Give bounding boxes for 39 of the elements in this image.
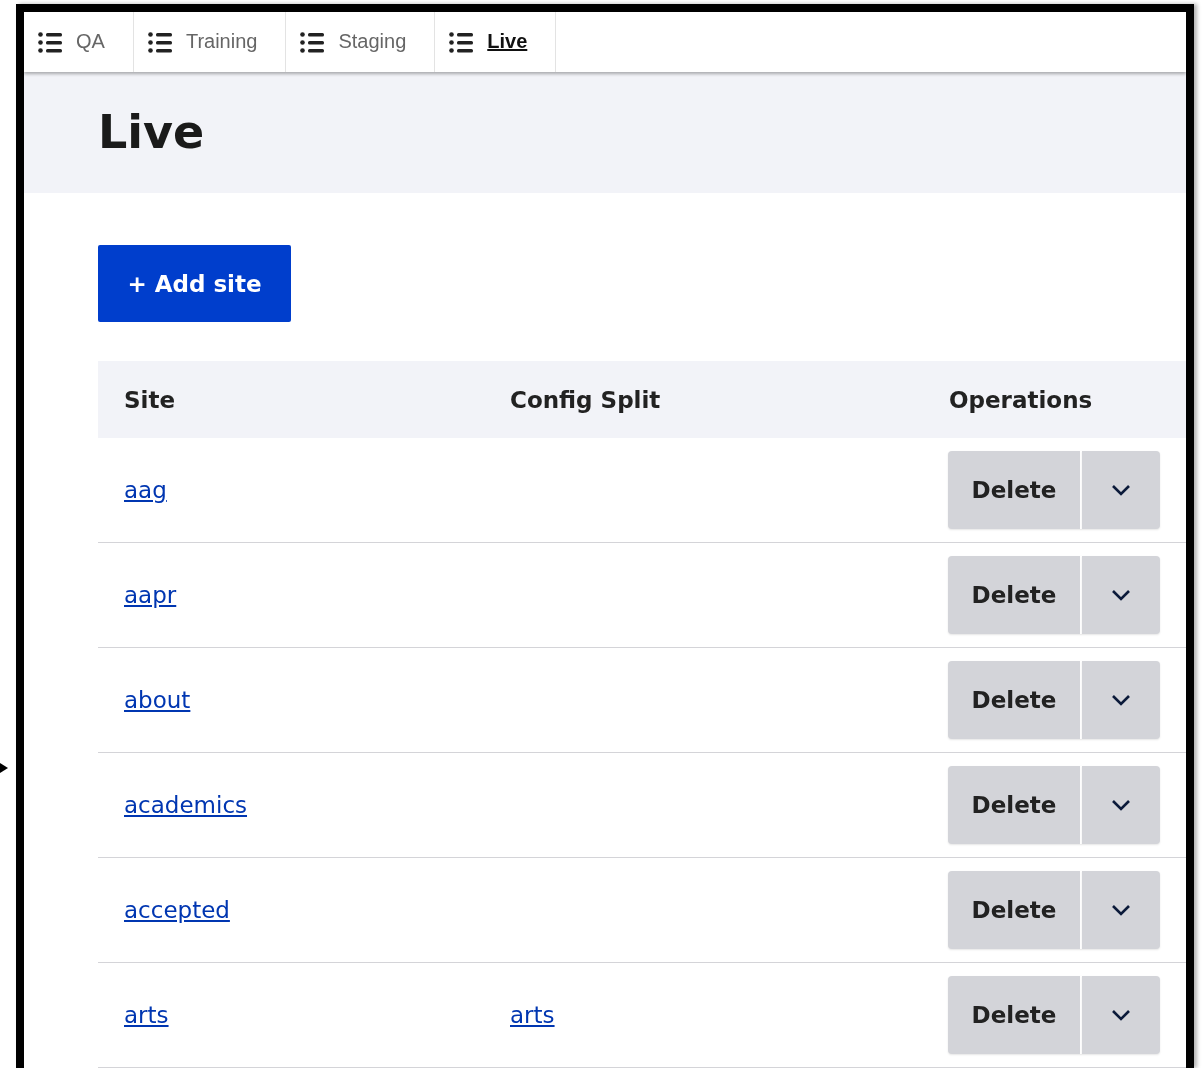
delete-button[interactable]: Delete — [948, 556, 1082, 634]
delete-button[interactable]: Delete — [948, 976, 1082, 1054]
dropdown-button[interactable] — [1082, 976, 1160, 1054]
chevron-down-icon — [1111, 904, 1131, 916]
list-icon — [147, 30, 172, 53]
site-link[interactable]: arts — [124, 1002, 169, 1028]
dropdown-button[interactable] — [1082, 556, 1160, 634]
chevron-down-icon — [1111, 799, 1131, 811]
tab[interactable]: QA — [24, 12, 134, 72]
site-link[interactable]: about — [124, 687, 191, 713]
delete-button[interactable]: Delete — [948, 661, 1082, 739]
dropdown-button[interactable] — [1082, 871, 1160, 949]
delete-button[interactable]: Delete — [948, 871, 1082, 949]
delete-button[interactable]: Delete — [948, 451, 1082, 529]
dropdown-button[interactable] — [1082, 766, 1160, 844]
list-icon — [449, 30, 474, 53]
column-header: Config Split — [510, 386, 662, 413]
site-link[interactable]: aag — [124, 477, 167, 503]
tab[interactable]: Staging — [286, 12, 436, 72]
chevron-down-icon — [1111, 589, 1131, 601]
chevron-down-icon — [1111, 694, 1131, 706]
column-header: Operations — [949, 386, 1094, 413]
page-title: Live — [98, 105, 205, 160]
dropdown-button[interactable] — [1082, 661, 1160, 739]
tab[interactable]: Training — [133, 12, 287, 72]
site-link[interactable]: accepted — [124, 897, 230, 923]
column-header: Site — [124, 386, 177, 413]
tab[interactable]: Live — [435, 12, 557, 72]
arrow-icon — [0, 763, 8, 773]
config-split-link[interactable]: arts — [510, 1002, 555, 1028]
chevron-down-icon — [1111, 1009, 1131, 1021]
chevron-down-icon — [1111, 484, 1131, 496]
delete-button[interactable]: Delete — [948, 766, 1082, 844]
dropdown-button[interactable] — [1082, 451, 1160, 529]
add-site-button[interactable]: + Add site — [98, 245, 291, 322]
list-icon — [38, 30, 62, 53]
site-link[interactable]: aapr — [124, 582, 177, 608]
list-icon — [300, 30, 325, 53]
site-link[interactable]: academics — [124, 792, 247, 818]
